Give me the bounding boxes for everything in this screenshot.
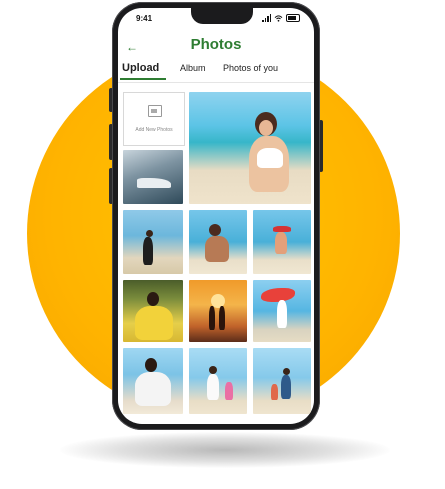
photo-tile-beach-portrait[interactable] [189,92,311,204]
photo-tile-beach-walk[interactable] [123,210,183,274]
tab-album[interactable]: Album [180,63,206,73]
phone-shadow [60,432,390,468]
photo-tile-family-walk[interactable] [253,348,311,414]
active-tab-indicator [120,78,166,80]
status-icons [262,14,300,22]
tab-upload[interactable]: Upload [122,62,159,74]
add-new-photos-label: Add New Photos [135,127,173,133]
status-time: 9:41 [136,14,153,23]
tab-bar: Upload Album Photos of you [118,60,314,83]
battery-icon [286,14,300,22]
wifi-icon [274,14,283,22]
photo-tile-yellow-dress[interactable] [123,280,183,342]
phone-screen: 9:41 ← Photos Upload Album Photos of you… [118,8,314,424]
photo-tile-scarf-beach[interactable] [253,280,311,342]
signal-icon [262,14,271,22]
image-add-icon [148,105,162,117]
phone-notch [191,8,253,24]
photo-tile-family-beach[interactable] [189,348,247,414]
tab-photos-of-you[interactable]: Photos of you [223,63,278,73]
photo-tile-surf-splash[interactable] [253,210,311,274]
add-new-photos-button[interactable]: Add New Photos [123,92,185,146]
photo-tile-boat[interactable] [123,150,183,204]
photo-grid: Add New Photos [118,86,314,424]
page-title: Photos [190,36,242,53]
photo-tile-sunset-couple[interactable] [189,280,247,342]
photo-tile-white-dress[interactable] [123,348,183,414]
photo-tile-beach-sitting[interactable] [189,210,247,274]
